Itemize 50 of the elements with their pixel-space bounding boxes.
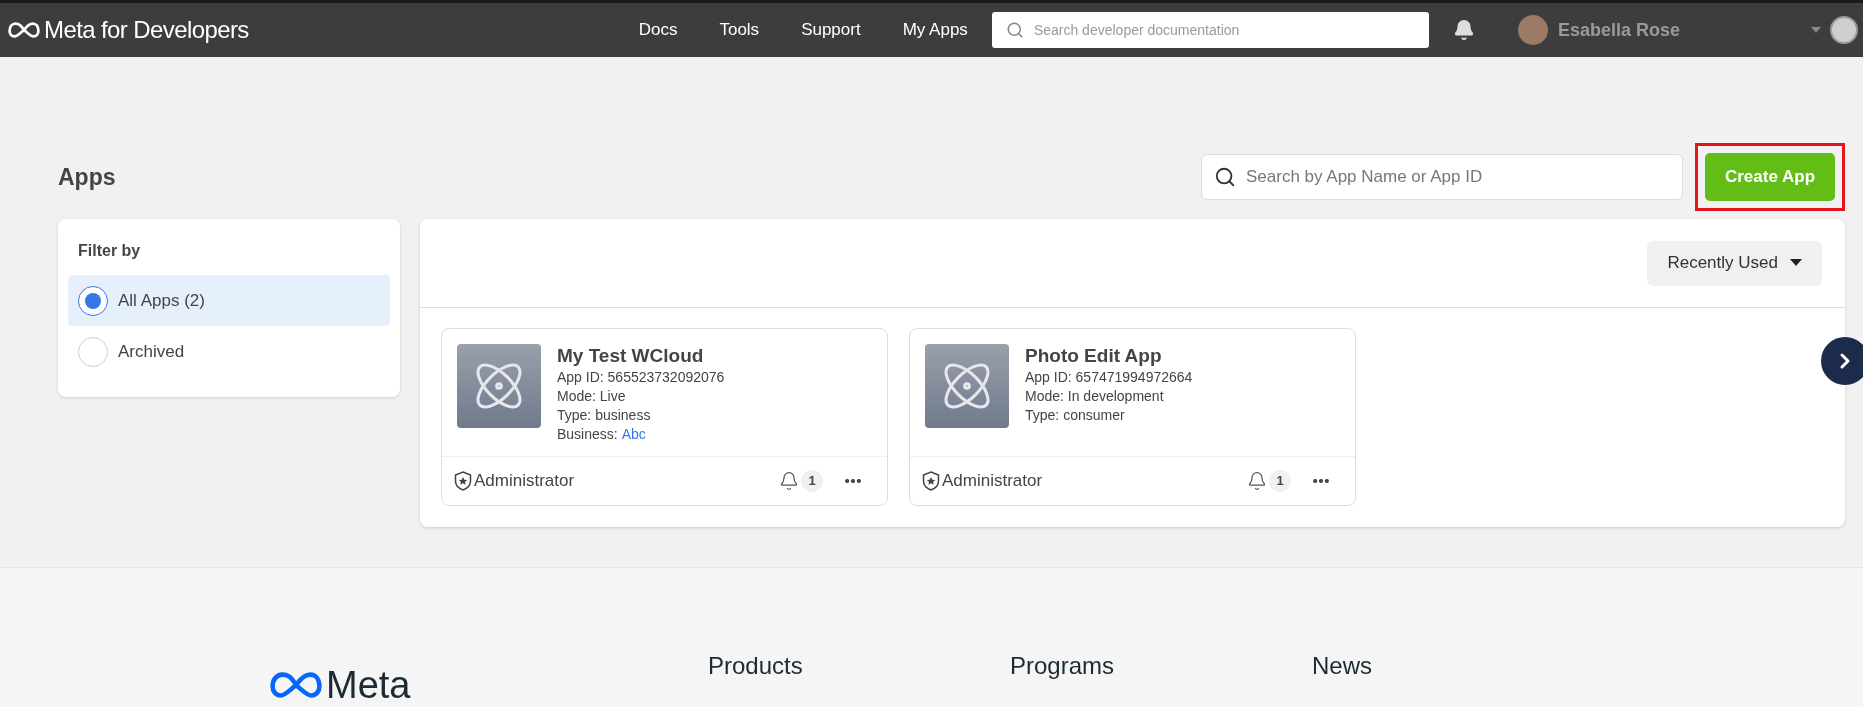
app-card[interactable]: Photo Edit App App ID: 657471994972664 Mode: In development Type: consumer Administrator 1 — [909, 328, 1356, 506]
app-search-field[interactable]: Search by App Name or App ID — [1201, 154, 1683, 200]
app-detail: App ID: 657471994972664 — [1025, 368, 1193, 387]
nav-link[interactable]: Support — [801, 17, 861, 43]
sort-dropdown[interactable]: Recently Used — [1647, 240, 1822, 286]
shield-star-icon — [454, 471, 472, 491]
footer-column-heading: News — [1312, 651, 1373, 681]
app-detail: Mode: In development — [1025, 387, 1165, 406]
app-detail: App ID: 565523732092076 — [557, 368, 725, 387]
filter-heading: Filter by — [77, 241, 142, 261]
filter-option-label: Archived — [118, 340, 185, 363]
app-detail: Mode: Live — [557, 387, 627, 406]
app-name[interactable]: Photo Edit App — [1025, 344, 1193, 368]
meta-logo-icon — [270, 671, 322, 699]
user-name[interactable]: Esabella Rose — [1557, 16, 1680, 44]
next-arrow-button[interactable] — [1821, 337, 1863, 385]
app-card[interactable]: My Test WCloud App ID: 565523732092076 Mode: Live Type: business Business: Abc Administrator 1 — [441, 328, 888, 506]
site-logo-text[interactable]: Meta for Developers — [44, 12, 249, 48]
notifications-icon[interactable] — [1452, 19, 1475, 41]
footer-column-heading: Products — [708, 651, 804, 681]
meta-logo-icon — [8, 21, 40, 39]
notifications-icon[interactable] — [779, 471, 799, 491]
search-icon — [1005, 21, 1024, 39]
nav-link[interactable]: My Apps — [902, 17, 968, 43]
caret-down-icon[interactable] — [1809, 26, 1822, 34]
nav-link[interactable]: Docs — [638, 17, 678, 43]
search-icon — [1214, 166, 1236, 188]
notification-count: 1 — [1269, 470, 1291, 492]
notification-count: 1 — [801, 470, 823, 492]
radio-button[interactable] — [78, 285, 108, 316]
caret-down-icon — [1790, 259, 1802, 267]
app-detail: Type: consumer — [1025, 406, 1126, 425]
page-title: Apps — [58, 162, 116, 192]
filter-option-label: All Apps (2) — [118, 289, 205, 312]
role-label: Administrator — [942, 470, 1043, 493]
app-detail: Type: business — [557, 406, 652, 425]
app-search-input[interactable]: Search by App Name or App ID — [1246, 164, 1670, 190]
radio-button[interactable] — [78, 336, 108, 367]
notifications-icon[interactable] — [1247, 471, 1267, 491]
footer-column-heading: Programs — [1010, 651, 1116, 681]
app-detail: Business: — [557, 425, 618, 444]
shield-star-icon — [922, 471, 940, 491]
docs-search-field[interactable]: Search developer documentation — [991, 12, 1429, 48]
docs-search-input[interactable]: Search developer documentation — [1033, 19, 1415, 41]
role-label: Administrator — [474, 470, 575, 493]
nav-link[interactable]: Tools — [719, 17, 760, 43]
filter-option[interactable]: All Apps (2) — [68, 275, 390, 326]
footer-logo-text[interactable]: Meta — [326, 666, 411, 704]
app-name[interactable]: My Test WCloud — [557, 344, 725, 368]
business-link[interactable]: Abc — [621, 425, 646, 444]
